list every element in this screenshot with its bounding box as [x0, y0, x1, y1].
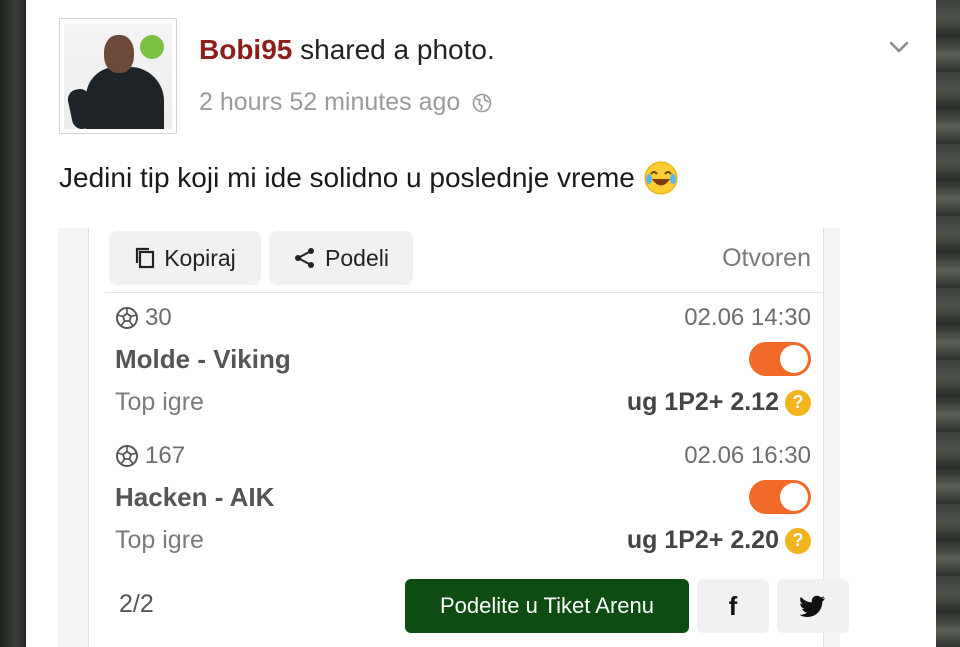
post-action-text: shared a photo. [300, 34, 495, 65]
username-link[interactable]: Bobi95 [199, 34, 292, 65]
copy-button[interactable]: Kopiraj [109, 231, 261, 285]
event-market: Top igre [115, 526, 204, 554]
chevron-down-icon[interactable] [888, 36, 910, 58]
event-pick: ug 1P2+ 2.12 ? [627, 388, 811, 417]
event-match-row: Hacken - AIK [115, 480, 811, 514]
event-datetime: 02.06 16:30 [684, 442, 811, 469]
globe-icon[interactable] [472, 93, 492, 113]
event-market-row: Top igre ug 1P2+ 2.12 ? [115, 388, 811, 417]
post-header: Bobi95 shared a photo. [199, 34, 495, 66]
facebook-icon: f [728, 590, 738, 621]
copy-icon [136, 247, 155, 269]
event-toggle[interactable] [749, 480, 811, 514]
event-pick: ug 1P2+ 2.20 ? [627, 526, 811, 555]
post-card: Bobi95 shared a photo. 2 hours 52 minute… [26, 0, 936, 647]
question-icon[interactable]: ? [785, 527, 811, 554]
share-icon [295, 248, 315, 268]
event-match: Hacken - AIK [115, 481, 275, 512]
twitter-icon [800, 595, 825, 617]
user-avatar[interactable] [59, 18, 177, 134]
share-label: Podeli [325, 244, 389, 271]
event-header: 167 02.06 16:30 [115, 442, 811, 470]
event-datetime: 02.06 14:30 [684, 304, 811, 331]
page-indicator: 2/2 [119, 590, 154, 618]
online-status-icon [140, 35, 164, 59]
soccer-ball-icon [116, 307, 138, 329]
divider [105, 292, 825, 293]
event-match: Molde - Viking [115, 343, 291, 374]
share-to-arena-button[interactable]: Podelite u Tiket Arenu [405, 579, 689, 633]
facebook-share-button[interactable]: f [697, 579, 769, 633]
event-number: 30 [115, 304, 172, 332]
share-button[interactable]: Podeli [269, 231, 413, 285]
event-header: 30 02.06 14:30 [115, 304, 811, 332]
event-number: 167 [115, 442, 185, 470]
copy-label: Kopiraj [164, 244, 236, 271]
event-market-row: Top igre ug 1P2+ 2.20 ? [115, 526, 811, 555]
post-message: Jedini tip koji mi ide solidno u posledn… [59, 162, 635, 193]
background-left [0, 0, 26, 647]
shared-ticket-image[interactable]: Kopiraj Podeli Otvoren 30 02.06 14:30 Mo… [58, 228, 849, 647]
question-icon[interactable]: ? [785, 389, 811, 416]
event-toggle[interactable] [749, 342, 811, 376]
twitter-share-button[interactable] [777, 579, 849, 633]
post-timestamp[interactable]: 2 hours 52 minutes ago [199, 88, 460, 117]
soccer-ball-icon [116, 445, 138, 467]
avatar-icon [64, 23, 172, 129]
background-right [936, 0, 960, 647]
ticket-panel: Kopiraj Podeli Otvoren 30 02.06 14:30 Mo… [88, 228, 849, 647]
event-match-row: Molde - Viking [115, 342, 811, 376]
post-meta: 2 hours 52 minutes ago [199, 88, 492, 117]
laughing-emoji-icon [644, 161, 678, 195]
event-market: Top igre [115, 388, 204, 416]
ticket-status: Otvoren [722, 244, 811, 272]
post-text: Jedini tip koji mi ide solidno u posledn… [59, 160, 679, 196]
